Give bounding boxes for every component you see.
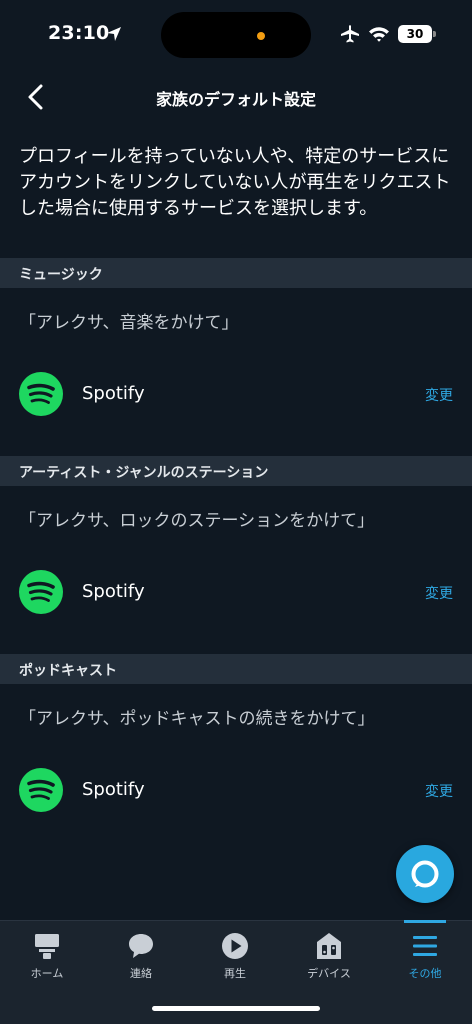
battery-tip <box>433 31 436 37</box>
service-row-music[interactable]: Spotify 変更 <box>0 371 472 417</box>
nav-label: 再生 <box>224 967 246 980</box>
privacy-indicator-dot <box>257 32 265 40</box>
nav-more[interactable]: その他 <box>378 920 472 991</box>
change-link[interactable]: 変更 <box>425 583 453 603</box>
dynamic-island <box>161 12 311 58</box>
voice-phrase: 「アレクサ、ポッドキャストの続きをかけて」 <box>19 709 375 729</box>
play-icon <box>222 933 248 959</box>
section-header-podcast: ポッドキャスト <box>0 654 472 684</box>
spotify-logo-icon <box>19 768 63 812</box>
page-title: 家族のデフォルト設定 <box>155 90 316 109</box>
change-link[interactable]: 変更 <box>425 781 453 801</box>
home-indicator[interactable] <box>152 1006 320 1011</box>
battery-indicator: 30 <box>398 25 432 43</box>
nav-label: その他 <box>408 967 442 980</box>
service-row-stations[interactable]: Spotify 変更 <box>0 569 472 615</box>
nav-home[interactable]: ホーム <box>0 921 94 991</box>
section-title: ポッドキャスト <box>19 663 117 679</box>
nav-label: 連絡 <box>130 967 152 980</box>
active-tab-indicator <box>378 920 472 923</box>
voice-phrase: 「アレクサ、ロックのステーションをかけて」 <box>19 511 375 531</box>
change-link[interactable]: 変更 <box>425 385 453 405</box>
page-description: プロフィールを持っていない人や、特定のサービスにアカウントをリンクしていない人が… <box>19 146 451 219</box>
section-title: ミュージック <box>19 267 103 283</box>
spotify-logo-icon <box>19 372 63 416</box>
section-header-stations: アーティスト・ジャンルのステーション <box>0 456 472 486</box>
wifi-icon <box>369 27 389 42</box>
alexa-voice-button[interactable] <box>396 845 454 903</box>
home-icon <box>35 934 59 959</box>
nav-label: ホーム <box>30 967 64 980</box>
service-name: Spotify <box>82 581 145 602</box>
alexa-ring-icon <box>411 860 439 888</box>
airplane-mode-icon <box>341 25 359 43</box>
service-name: Spotify <box>82 383 145 404</box>
menu-icon <box>413 936 437 956</box>
status-bar: 23:10 30 <box>0 0 472 70</box>
nav-devices[interactable]: デバイス <box>282 921 376 991</box>
voice-phrase: 「アレクサ、音楽をかけて」 <box>19 313 239 333</box>
battery-level: 30 <box>406 27 424 41</box>
location-arrow-icon <box>107 27 121 41</box>
section-title: アーティスト・ジャンルのステーション <box>19 465 269 481</box>
service-name: Spotify <box>82 779 145 800</box>
chat-bubble-icon <box>129 934 153 958</box>
nav-label: デバイス <box>307 967 351 980</box>
spotify-logo-icon <box>19 570 63 614</box>
status-time: 23:10 <box>48 22 110 44</box>
devices-icon <box>317 933 341 959</box>
service-row-podcast[interactable]: Spotify 変更 <box>0 767 472 813</box>
nav-play[interactable]: 再生 <box>188 921 282 991</box>
nav-communicate[interactable]: 連絡 <box>94 921 188 991</box>
section-header-music: ミュージック <box>0 258 472 288</box>
